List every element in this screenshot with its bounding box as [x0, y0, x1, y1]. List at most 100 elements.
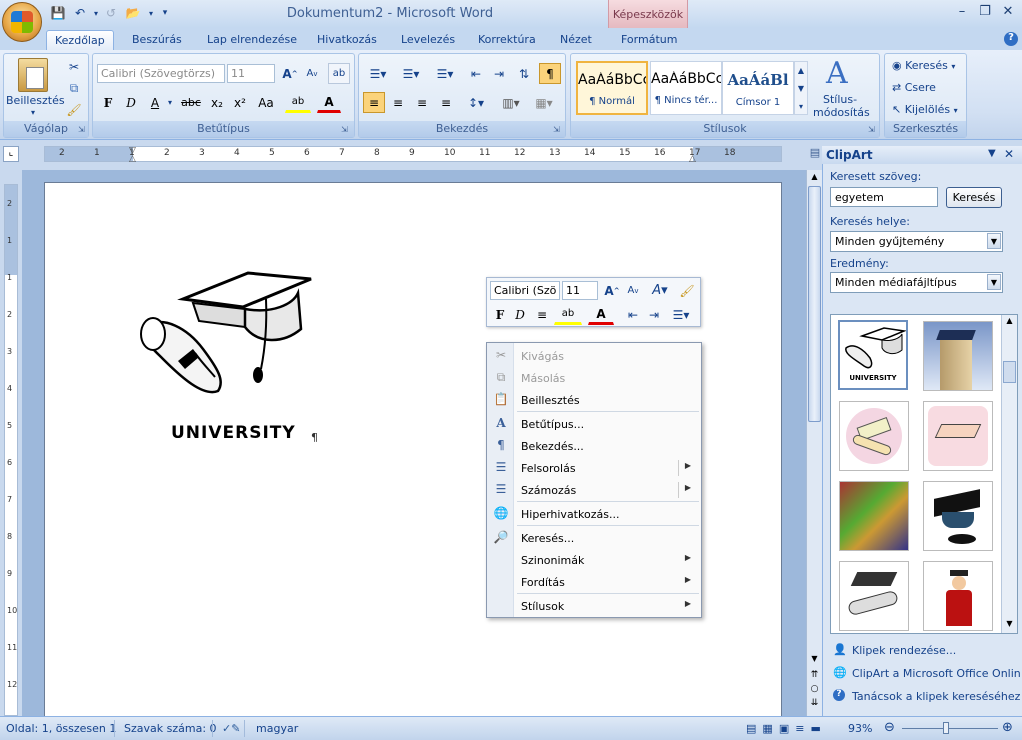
full-screen-reading-icon[interactable]: ▦ [762, 722, 778, 735]
mini-format-painter-icon[interactable]: 🖌 [677, 280, 697, 301]
close-button[interactable]: ✕ [997, 4, 1019, 22]
clipart-result-graduation-cap[interactable]: UNIVERSITY [838, 320, 908, 390]
styles-launcher-icon[interactable]: ⇲ [868, 125, 875, 134]
change-styles-label-2[interactable]: módosítás [813, 106, 870, 119]
redo-icon[interactable]: ↺ [103, 5, 119, 21]
increase-indent-icon[interactable]: ⇥ [488, 63, 510, 84]
clipart-results-scrollbar[interactable]: ▲ ▼ [1001, 315, 1017, 633]
draft-icon[interactable]: ▬ [810, 722, 826, 735]
link-office-online[interactable]: ClipArt a Microsoft Office Online webhel… [852, 667, 1020, 680]
style-no-spacing[interactable]: AaÁáBbCc ¶ Nincs tér... [650, 61, 722, 115]
paste-dropdown-icon[interactable]: ▾ [31, 108, 35, 117]
italic-button[interactable]: D [121, 92, 141, 113]
mini-shrink-font-icon[interactable]: Av [624, 280, 642, 301]
superscript-button[interactable]: x² [229, 92, 251, 113]
menu-item-hyperlink[interactable]: 🌐 Hiperhivatkozás... [487, 503, 701, 525]
grow-font-icon[interactable]: A ^ [280, 63, 300, 84]
undo-icon[interactable]: ↶ [72, 5, 88, 21]
menu-item-cut[interactable]: ✂ Kivágás [487, 345, 701, 367]
line-spacing-icon[interactable]: ↕▾ [461, 92, 491, 113]
next-page-icon[interactable]: ⇊ [808, 698, 821, 708]
view-ruler-icon[interactable]: ▤ [808, 146, 822, 162]
tab-selector-icon[interactable]: ⌞ [3, 146, 19, 162]
style-normal[interactable]: AaÁáBbCc ¶ Normál [576, 61, 648, 115]
outline-icon[interactable]: ≡ [795, 722, 810, 735]
browse-object-icon[interactable]: ○ [808, 684, 821, 694]
clipart-search-input[interactable]: egyetem [830, 187, 938, 207]
change-styles-icon[interactable]: A [826, 56, 848, 91]
link-search-tips[interactable]: Tanácsok a klipek kereséséhez [852, 690, 1020, 703]
underline-dropdown-icon[interactable]: ▾ [168, 98, 172, 107]
font-size-combo[interactable]: 11 [227, 64, 275, 83]
word-count[interactable]: Szavak száma: 0 [124, 722, 217, 735]
menu-item-font[interactable]: A Betűtípus... [487, 413, 701, 435]
menu-item-numbering[interactable]: ☰ Számozás ▶ [487, 479, 701, 501]
mini-font-color-icon[interactable]: A [588, 304, 614, 325]
language-indicator[interactable]: magyar [256, 722, 298, 735]
prev-page-icon[interactable]: ⇈ [808, 670, 821, 680]
tab-page-layout[interactable]: Lap elrendezése [199, 30, 305, 50]
print-layout-icon[interactable]: ▤ [746, 722, 762, 735]
clipart-result-cap-scroll[interactable] [839, 561, 909, 631]
zoom-in-icon[interactable]: ⊕ [1002, 720, 1013, 735]
mini-decrease-indent-icon[interactable]: ⇤ [624, 304, 642, 325]
underline-button[interactable]: A [144, 92, 166, 113]
paragraph-launcher-icon[interactable]: ⇲ [553, 125, 560, 134]
style-heading1[interactable]: AaÁáBl Címsor 1 [722, 61, 794, 115]
zoom-slider-thumb[interactable] [943, 722, 949, 734]
pane-close-icon[interactable]: ✕ [1004, 147, 1014, 161]
save-icon[interactable]: 💾 [50, 5, 66, 21]
tab-format[interactable]: Formátum [613, 30, 685, 50]
help-icon[interactable]: ? [1004, 32, 1018, 46]
menu-item-synonyms[interactable]: Szinonimák ▶ [487, 549, 701, 571]
open-icon[interactable]: 📂 [125, 5, 141, 21]
format-painter-icon[interactable]: 🖌 [64, 99, 84, 120]
scroll-up-icon[interactable]: ▲ [1002, 316, 1017, 325]
undo-dropdown-icon[interactable]: ▾ [88, 5, 104, 21]
borders-icon[interactable]: ▦▾ [529, 92, 559, 113]
paste-button-label[interactable]: Beillesztés [6, 94, 65, 107]
font-name-combo[interactable]: Calibri (Szövegtörzs) [97, 64, 225, 83]
clipart-search-button[interactable]: Keresés [946, 187, 1002, 208]
font-color-icon[interactable]: A [317, 92, 341, 113]
mini-bullets-icon[interactable]: ☰▾ [667, 304, 695, 325]
copy-icon[interactable]: ⧉ [64, 78, 84, 99]
mini-font-size[interactable]: 11 [562, 281, 598, 300]
justify-icon[interactable]: ≡ [435, 92, 457, 113]
restore-button[interactable]: ❐ [974, 4, 996, 22]
font-launcher-icon[interactable]: ⇲ [341, 125, 348, 134]
paste-icon[interactable] [18, 58, 48, 92]
mini-font-name[interactable]: Calibri (Szö [490, 281, 560, 300]
zoom-slider[interactable] [902, 728, 998, 729]
clipart-result-black-cap[interactable] [923, 481, 993, 551]
zoom-level[interactable]: 93% [848, 722, 872, 735]
mini-center-icon[interactable]: ≡ [532, 304, 552, 325]
bold-button[interactable]: F [98, 92, 118, 113]
tab-home[interactable]: Kezdőlap [46, 30, 114, 50]
styles-scroll[interactable]: ▲ ▼ ▾ [794, 61, 808, 115]
office-button[interactable] [2, 2, 42, 42]
zoom-out-icon[interactable]: ⊖ [884, 720, 895, 735]
tab-review[interactable]: Korrektúra [470, 30, 544, 50]
select-button[interactable]: ↖ Kijelölés ▾ [892, 103, 958, 116]
mini-grow-font-icon[interactable]: A ^ [602, 280, 622, 301]
highlight-icon[interactable]: ab [285, 92, 311, 113]
right-indent-marker[interactable]: △ [689, 154, 696, 164]
scroll-thumb[interactable] [808, 186, 821, 422]
subscript-button[interactable]: x₂ [206, 92, 228, 113]
show-formatting-icon[interactable]: ¶ [539, 63, 561, 84]
align-center-icon[interactable]: ≡ [387, 92, 409, 113]
minimize-button[interactable]: – [951, 4, 973, 22]
clipart-result-photo-building[interactable] [923, 321, 993, 391]
menu-item-bullets[interactable]: ☰ Felsorolás ▶ [487, 457, 701, 479]
scroll-up-icon[interactable]: ▲ [808, 172, 821, 184]
menu-item-paragraph[interactable]: ¶ Bekezdés... [487, 435, 701, 457]
horizontal-ruler[interactable]: 2 1 1 2 3 4 5 6 7 8 9 10 11 12 13 14 15 16 17 18 ▽ △ △ [44, 146, 782, 164]
customize-qat-icon[interactable]: ▾ [157, 5, 173, 21]
mini-highlight-icon[interactable]: ab [554, 304, 582, 325]
results-select[interactable]: Minden médiafájltípus ▼ [830, 272, 1003, 293]
tab-view[interactable]: Nézet [552, 30, 600, 50]
pane-options-icon[interactable]: ▼ [988, 148, 996, 159]
clipart-result-graduates-photo[interactable] [839, 481, 909, 551]
bullets-icon[interactable]: ☰▾ [363, 63, 393, 84]
